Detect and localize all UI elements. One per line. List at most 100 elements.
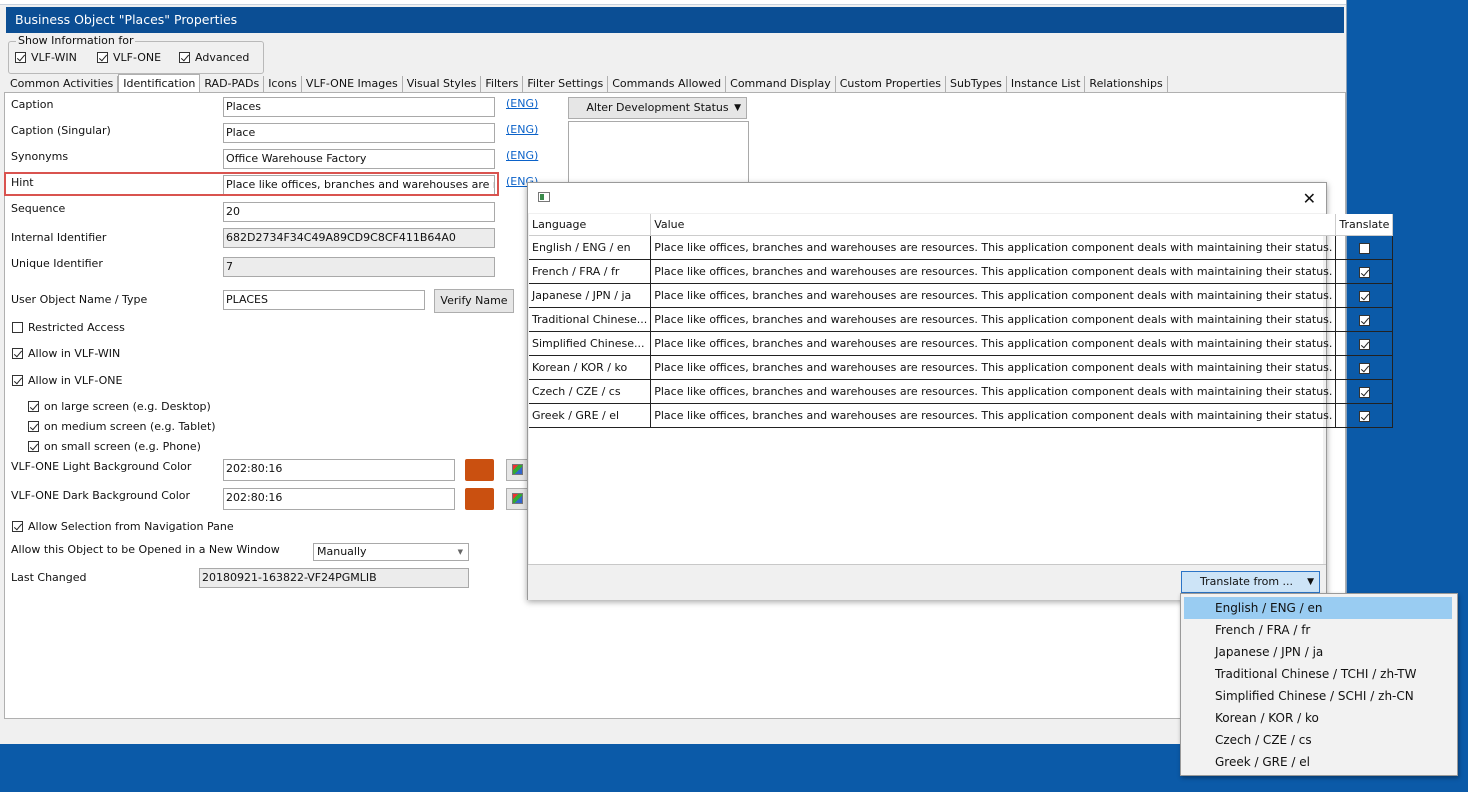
tab-vlf-one-images[interactable]: VLF-ONE Images	[302, 76, 403, 92]
development-status-list[interactable]	[568, 121, 749, 184]
tab-visual-styles[interactable]: Visual Styles	[403, 76, 482, 92]
sequence-input[interactable]: 20	[223, 202, 495, 222]
light-bg-label: VLF-ONE Light Background Color	[11, 460, 192, 473]
translate-checkbox[interactable]	[1358, 314, 1370, 326]
value-cell[interactable]: Place like offices, branches and warehou…	[650, 283, 1337, 308]
value-cell[interactable]: Place like offices, branches and warehou…	[650, 355, 1337, 380]
vlf-win-checkbox[interactable]: VLF-WIN	[15, 51, 77, 64]
language-cell[interactable]: Traditional Chinese...	[529, 307, 652, 332]
translate-from-button[interactable]: Translate from ... ▼	[1181, 571, 1320, 593]
caption-singular-eng-link[interactable]: (ENG)	[506, 123, 538, 136]
table-row[interactable]: French / FRA / fr Place like offices, bra…	[529, 259, 1394, 284]
value-cell[interactable]: Place like offices, branches and warehou…	[650, 259, 1337, 284]
menu-item-language[interactable]: Traditional Chinese / TCHI / zh-TW	[1184, 663, 1452, 685]
translate-checkbox[interactable]	[1358, 290, 1370, 302]
language-cell[interactable]: Japanese / JPN / ja	[529, 283, 652, 308]
tab-relationships[interactable]: Relationships	[1085, 76, 1168, 92]
checkbox-icon[interactable]	[28, 421, 39, 432]
checkbox-icon[interactable]	[12, 375, 23, 386]
checkbox-icon[interactable]	[28, 441, 39, 452]
small-screen-checkbox[interactable]: on small screen (e.g. Phone)	[28, 440, 201, 453]
table-row[interactable]: Czech / CZE / cs Place like offices, bran…	[529, 379, 1394, 404]
caption-input[interactable]: Places	[223, 97, 495, 117]
advanced-checkbox[interactable]: Advanced	[179, 51, 249, 64]
alter-development-status-button[interactable]: Alter Development Status ▼	[568, 97, 747, 119]
tab-identification[interactable]: Identification	[118, 74, 201, 92]
tab-filters[interactable]: Filters	[481, 76, 524, 92]
table-row[interactable]: Traditional Chinese... Place like offices…	[529, 307, 1394, 332]
checkbox-icon[interactable]	[12, 521, 23, 532]
dark-bg-input[interactable]: 202:80:16	[223, 488, 455, 510]
light-bg-input[interactable]: 202:80:16	[223, 459, 455, 481]
translate-checkbox[interactable]	[1358, 410, 1370, 422]
menu-item-language[interactable]: English / ENG / en	[1184, 597, 1452, 619]
table-row[interactable]: Japanese / JPN / ja Place like offices, b…	[529, 283, 1394, 308]
tab-instance-list[interactable]: Instance List	[1007, 76, 1086, 92]
language-cell[interactable]: Korean / KOR / ko	[529, 355, 652, 380]
language-cell[interactable]: Greek / GRE / el	[529, 403, 652, 428]
table-row[interactable]: Korean / KOR / ko Place like offices, bra…	[529, 355, 1394, 380]
translate-checkbox[interactable]	[1358, 242, 1370, 254]
allow-vlf-win-checkbox[interactable]: Allow in VLF-WIN	[12, 347, 120, 360]
translate-cell	[1335, 331, 1394, 356]
menu-item-language[interactable]: Greek / GRE / el	[1184, 751, 1452, 773]
checkbox-icon[interactable]	[12, 322, 23, 333]
language-cell[interactable]: Simplified Chinese...	[529, 331, 652, 356]
checkbox-icon[interactable]	[28, 401, 39, 412]
tab-icons[interactable]: Icons	[264, 76, 302, 92]
verify-name-button[interactable]: Verify Name	[434, 289, 514, 313]
tab-command-display[interactable]: Command Display	[726, 76, 836, 92]
checkbox-icon[interactable]	[15, 52, 26, 63]
table-row[interactable]: Simplified Chinese... Place like offices,…	[529, 331, 1394, 356]
light-bg-color-swatch[interactable]	[465, 459, 494, 481]
language-cell[interactable]: English / ENG / en	[529, 235, 652, 260]
translate-checkbox[interactable]	[1358, 386, 1370, 398]
allow-vlf-one-checkbox[interactable]: Allow in VLF-ONE	[12, 374, 122, 387]
tab-custom-properties[interactable]: Custom Properties	[836, 76, 946, 92]
value-cell[interactable]: Place like offices, branches and warehou…	[650, 331, 1337, 356]
translate-checkbox[interactable]	[1358, 362, 1370, 374]
tab-rad-pads[interactable]: RAD-PADs	[200, 76, 265, 92]
checkbox-icon[interactable]	[179, 52, 190, 63]
large-screen-checkbox[interactable]: on large screen (e.g. Desktop)	[28, 400, 211, 413]
menu-item-language[interactable]: French / FRA / fr	[1184, 619, 1452, 641]
dark-bg-color-picker-icon[interactable]	[506, 488, 528, 510]
menu-item-language[interactable]: Simplified Chinese / SCHI / zh-CN	[1184, 685, 1452, 707]
vlf-one-checkbox[interactable]: VLF-ONE	[97, 51, 161, 64]
language-cell[interactable]: Czech / CZE / cs	[529, 379, 652, 404]
allow-selection-label: Allow Selection from Navigation Pane	[28, 520, 234, 533]
synonyms-eng-link[interactable]: (ENG)	[506, 149, 538, 162]
user-object-input[interactable]: PLACES	[223, 290, 425, 310]
table-row[interactable]: Greek / GRE / el Place like offices, bran…	[529, 403, 1394, 428]
menu-item-language[interactable]: Japanese / JPN / ja	[1184, 641, 1452, 663]
allow-selection-checkbox[interactable]: Allow Selection from Navigation Pane	[12, 520, 234, 533]
light-bg-color-picker-icon[interactable]	[506, 459, 528, 481]
caption-singular-input[interactable]: Place	[223, 123, 495, 143]
dark-bg-color-swatch[interactable]	[465, 488, 494, 510]
language-cell[interactable]: French / FRA / fr	[529, 259, 652, 284]
tab-commands-allowed[interactable]: Commands Allowed	[608, 76, 727, 92]
new-window-dropdown[interactable]: Manually ▼	[313, 543, 469, 561]
checkbox-icon[interactable]	[12, 348, 23, 359]
value-cell[interactable]: Place like offices, branches and warehou…	[650, 379, 1337, 404]
medium-screen-label: on medium screen (e.g. Tablet)	[44, 420, 216, 433]
synonyms-input[interactable]: Office Warehouse Factory	[223, 149, 495, 169]
translate-from-menu: English / ENG / en French / FRA / fr Japan…	[1180, 593, 1458, 776]
table-row[interactable]: English / ENG / en Place like offices, br…	[529, 235, 1394, 260]
restricted-access-checkbox[interactable]: Restricted Access	[12, 321, 125, 334]
translate-cell	[1335, 283, 1394, 308]
caption-eng-link[interactable]: (ENG)	[506, 97, 538, 110]
value-cell[interactable]: Place like offices, branches and warehou…	[650, 403, 1337, 428]
translate-checkbox[interactable]	[1358, 338, 1370, 350]
tab-common-activities[interactable]: Common Activities	[6, 76, 119, 92]
tab-filter-settings[interactable]: Filter Settings	[523, 76, 609, 92]
menu-item-language[interactable]: Korean / KOR / ko	[1184, 707, 1452, 729]
menu-item-language[interactable]: Czech / CZE / cs	[1184, 729, 1452, 751]
checkbox-icon[interactable]	[97, 52, 108, 63]
close-icon[interactable]: ✕	[1303, 189, 1316, 208]
translate-checkbox[interactable]	[1358, 266, 1370, 278]
value-cell[interactable]: Place like offices, branches and warehou…	[650, 235, 1337, 260]
medium-screen-checkbox[interactable]: on medium screen (e.g. Tablet)	[28, 420, 216, 433]
value-cell[interactable]: Place like offices, branches and warehou…	[650, 307, 1337, 332]
tab-subtypes[interactable]: SubTypes	[946, 76, 1007, 92]
